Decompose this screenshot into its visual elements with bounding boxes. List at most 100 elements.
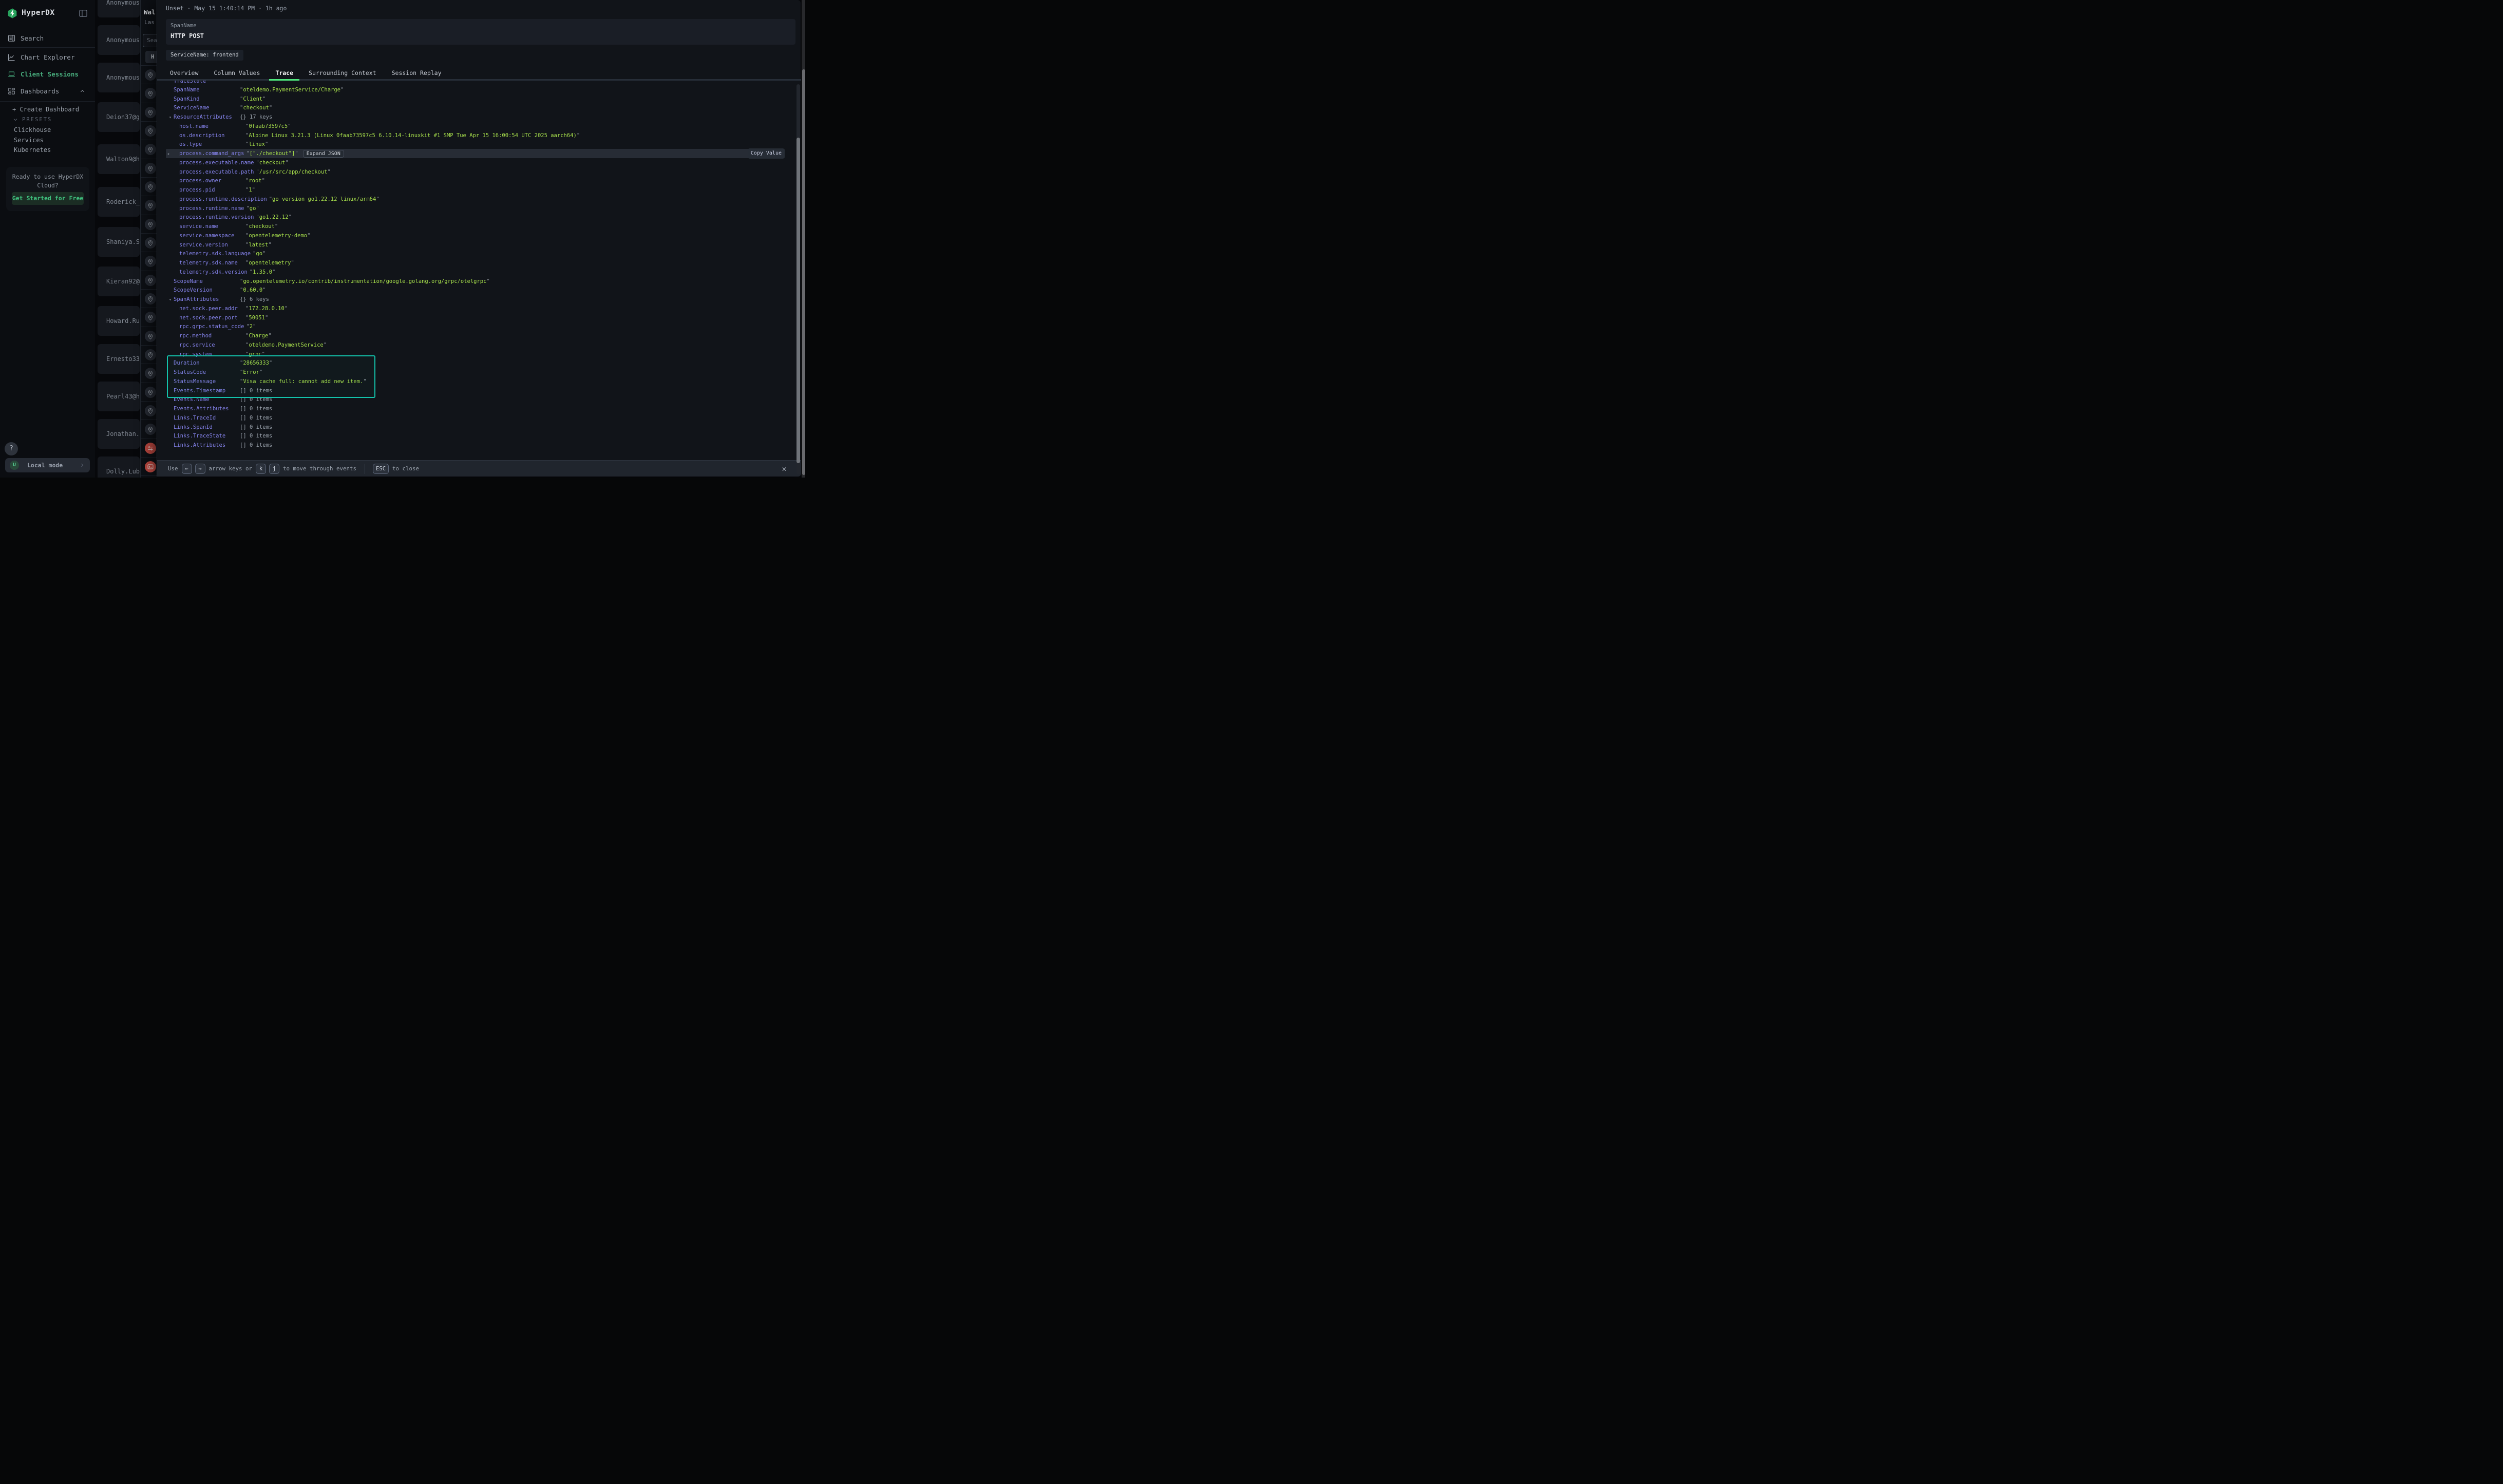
timeline-search-input[interactable]: Sea [143, 34, 157, 47]
attribute-row-ScopeName[interactable]: ScopeName"go.opentelemetry.io/contrib/in… [166, 277, 785, 286]
attribute-row-process.command_args[interactable]: ▸process.command_args"["./checkout"]"Exp… [166, 149, 785, 158]
timeline-event-cell[interactable] [141, 234, 157, 252]
attribute-row-Events.Name[interactable]: Events.Name[] 0 items [166, 395, 785, 405]
attribute-row-Links.TraceId[interactable]: Links.TraceId[] 0 items [166, 413, 785, 423]
attribute-row-process.runtime.version[interactable]: process.runtime.version"go1.22.12" [166, 213, 785, 222]
attribute-row-StatusMessage[interactable]: StatusMessage"Visa cache full: cannot ad… [166, 377, 785, 386]
timeline-event-cell[interactable] [141, 327, 157, 346]
tab-overview[interactable]: Overview [164, 67, 204, 81]
timeline-event-cell[interactable] [141, 290, 157, 308]
preset-link-services[interactable]: Services [14, 137, 44, 144]
timeline-event-cell[interactable] [141, 271, 157, 290]
session-card[interactable]: Walton9@ho [98, 144, 140, 174]
collapse-triangle-icon[interactable]: ▾ [169, 297, 172, 302]
page-scrollbar[interactable] [802, 0, 805, 478]
timeline-event-cell[interactable] [141, 458, 157, 476]
session-card[interactable]: Shaniya.Sc [98, 227, 140, 257]
attribute-row-net.sock.peer.addr[interactable]: net.sock.peer.addr"172.28.0.10" [166, 304, 785, 313]
attribute-row-telemetry.sdk.name[interactable]: telemetry.sdk.name"opentelemetry" [166, 258, 785, 268]
session-card[interactable]: Anonymous [98, 63, 140, 92]
attribute-row-service.name[interactable]: service.name"checkout" [166, 222, 785, 231]
session-card[interactable]: Anonymous [98, 0, 140, 17]
tab-session-replay[interactable]: Session Replay [386, 67, 448, 81]
timeline-event-cell[interactable] [141, 122, 157, 140]
sidebar-item-dashboards[interactable]: Dashboards [0, 83, 95, 99]
timeline-event-cell[interactable] [141, 364, 157, 383]
attribute-row-telemetry.sdk.version[interactable]: telemetry.sdk.version"1.35.0" [166, 268, 785, 277]
session-card[interactable]: Roderick_S [98, 187, 140, 217]
timeline-event-cell[interactable] [141, 383, 157, 402]
attribute-row-Links.Attributes[interactable]: Links.Attributes[] 0 items [166, 441, 785, 450]
attribute-row-rpc.system[interactable]: rpc.system"grpc" [166, 350, 785, 359]
preset-link-clickhouse[interactable]: Clickhouse [14, 126, 51, 134]
attribute-row-net.sock.peer.port[interactable]: net.sock.peer.port"50051" [166, 313, 785, 322]
sidebar-item-client-sessions[interactable]: Client Sessions [0, 66, 95, 82]
help-button[interactable]: ? [5, 442, 18, 455]
timeline-event-cell[interactable] [141, 140, 157, 159]
timeline-event-cell[interactable] [141, 178, 157, 196]
tab-trace[interactable]: Trace [269, 67, 299, 81]
get-started-button[interactable]: Get Started for Free [12, 192, 84, 205]
timeline-event-cell[interactable] [141, 103, 157, 122]
attribute-row-process.owner[interactable]: process.owner"root" [166, 177, 785, 186]
attribute-row-rpc.service[interactable]: rpc.service"oteldemo.PaymentService" [166, 340, 785, 350]
create-dashboard-link[interactable]: + Create Dashboard [12, 106, 79, 113]
sidebar-collapse-icon[interactable] [78, 8, 88, 18]
preset-link-kubernetes[interactable]: Kubernetes [14, 146, 51, 154]
attribute-row-Duration[interactable]: Duration"28656333" [166, 359, 785, 368]
timeline-event-cell[interactable] [141, 159, 157, 178]
timeline-event-cell[interactable] [141, 252, 157, 271]
collapse-triangle-icon[interactable]: ▾ [169, 115, 172, 120]
expand-json-button[interactable]: Expand JSON [303, 150, 344, 158]
timeline-event-cell[interactable] [141, 84, 157, 103]
session-card[interactable]: Howard.Run [98, 306, 140, 336]
attribute-row-rpc.grpc.status_code[interactable]: rpc.grpc.status_code"2" [166, 322, 785, 332]
timeline-event-cell[interactable] [141, 215, 157, 234]
timeline-event-cell[interactable] [141, 196, 157, 215]
attribute-row-StatusCode[interactable]: StatusCode"Error" [166, 368, 785, 377]
attribute-row-ScopeVersion[interactable]: ScopeVersion"0.60.0" [166, 286, 785, 295]
session-card[interactable]: Anonymous [98, 25, 140, 55]
copy-value-button[interactable]: Copy Value [748, 148, 785, 159]
session-card[interactable]: Dolly.Lubo [98, 456, 140, 478]
local-mode-button[interactable]: U Local mode [5, 458, 90, 472]
presets-toggle[interactable]: PRESETS [12, 117, 52, 123]
timeline-filter-chip[interactable]: H [145, 51, 157, 63]
attribute-row-telemetry.sdk.language[interactable]: telemetry.sdk.language"go" [166, 250, 785, 259]
attribute-row-service.version[interactable]: service.version"latest" [166, 240, 785, 250]
timeline-event-cell[interactable] [141, 402, 157, 420]
session-card[interactable]: Ernesto33@ [98, 344, 140, 374]
drawer-scrollbar-thumb[interactable] [797, 138, 800, 463]
attribute-row-service.namespace[interactable]: service.namespace"opentelemetry-demo" [166, 231, 785, 240]
tab-surrounding-context[interactable]: Surrounding Context [302, 67, 383, 81]
drawer-scrollbar[interactable] [797, 84, 800, 474]
timeline-event-cell[interactable] [141, 308, 157, 327]
timeline-event-cell[interactable] [141, 420, 157, 439]
attribute-row-process.executable.path[interactable]: process.executable.path"/usr/src/app/che… [166, 167, 785, 177]
timeline-event-cell[interactable] [141, 439, 157, 458]
attribute-row-ServiceName[interactable]: ServiceName"checkout" [166, 104, 785, 113]
page-scrollbar-thumb[interactable] [802, 69, 805, 475]
attribute-row-process.executable.name[interactable]: process.executable.name"checkout" [166, 158, 785, 167]
sidebar-item-chart-explorer[interactable]: Chart Explorer [0, 49, 95, 65]
attribute-row-process.runtime.description[interactable]: process.runtime.description"go version g… [166, 195, 785, 204]
sidebar-item-search[interactable]: Search [0, 30, 95, 46]
attribute-row-Events.Timestamp[interactable]: Events.Timestamp[] 0 items [166, 386, 785, 395]
attribute-row-SpanKind[interactable]: SpanKind"Client" [166, 94, 785, 104]
session-card[interactable]: Kieran92@h [98, 267, 140, 296]
attribute-row-Events.Attributes[interactable]: Events.Attributes[] 0 items [166, 404, 785, 413]
attribute-row-Links.TraceState[interactable]: Links.TraceState[] 0 items [166, 432, 785, 441]
attribute-row-SpanAttributes[interactable]: ▾SpanAttributes{} 6 keys [166, 295, 785, 304]
close-icon[interactable]: ✕ [780, 464, 789, 473]
attribute-row-host.name[interactable]: host.name"0faab73597c5" [166, 122, 785, 131]
attribute-row-process.runtime.name[interactable]: process.runtime.name"go" [166, 204, 785, 213]
attribute-row-Links.SpanId[interactable]: Links.SpanId[] 0 items [166, 423, 785, 432]
attribute-row-os.description[interactable]: os.description"Alpine Linux 3.21.3 (Linu… [166, 131, 785, 140]
tab-column-values[interactable]: Column Values [207, 67, 266, 81]
attribute-row-SpanName[interactable]: SpanName"oteldemo.PaymentService/Charge" [166, 85, 785, 94]
session-card[interactable]: Jonathan.B [98, 419, 140, 449]
attribute-row-os.type[interactable]: os.type"linux" [166, 140, 785, 149]
attribute-row-rpc.method[interactable]: rpc.method"Charge" [166, 331, 785, 340]
chevron-up-icon[interactable] [79, 88, 86, 94]
timeline-event-cell[interactable] [141, 346, 157, 364]
